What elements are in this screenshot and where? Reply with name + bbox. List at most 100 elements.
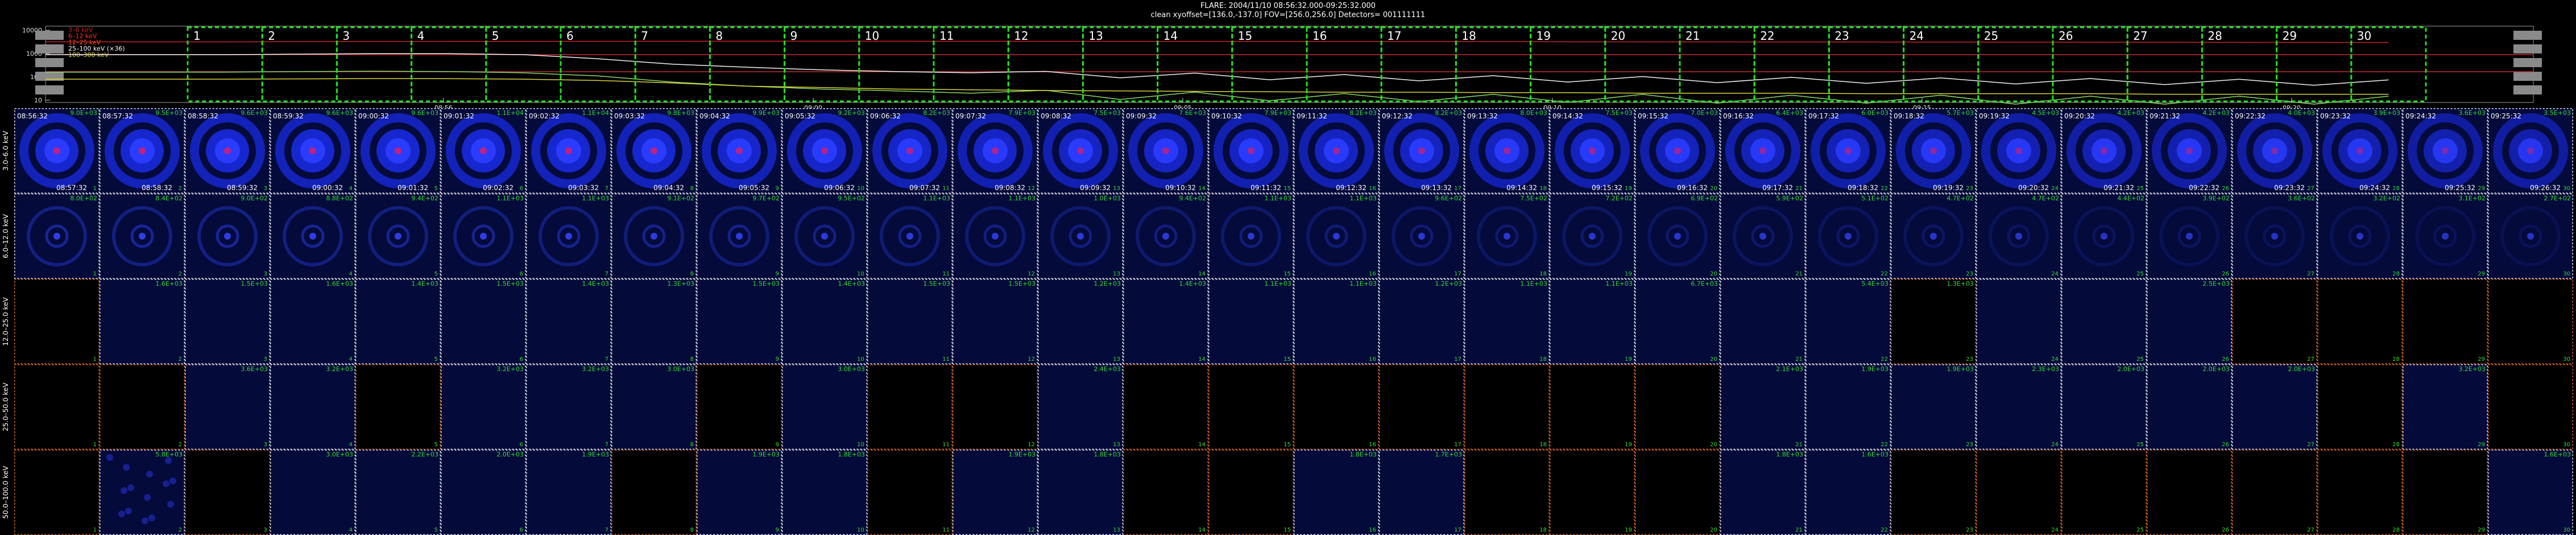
image-cell[interactable]: 1.1E+03 7 (526, 194, 611, 279)
image-cell[interactable]: 11 (867, 364, 952, 450)
image-cell[interactable]: 2.5E+03 26 (2147, 279, 2232, 364)
image-cell[interactable]: 25 (2061, 279, 2147, 364)
image-cell[interactable]: 1.8E+03 21 (1720, 450, 1805, 535)
image-cell[interactable]: 1 (14, 364, 100, 450)
image-cell[interactable]: 5 (355, 364, 441, 450)
image-cell[interactable]: 20 (1635, 364, 1720, 450)
image-cell[interactable]: 8.4E+02 2 (100, 194, 185, 279)
image-cell[interactable]: 1.6E+03 22 (1805, 450, 1891, 535)
image-cell[interactable]: 20 (1635, 450, 1720, 535)
image-cell[interactable]: 4.7E+02 23 (1891, 194, 1976, 279)
image-cell[interactable]: 7.2E+02 19 (1550, 194, 1635, 279)
image-cell[interactable]: 7.9E+03 09:07:32 09:08:32 12 (952, 108, 1038, 194)
image-cell[interactable]: 9.6E+03 09:00:32 09:01:32 5 (355, 108, 441, 194)
image-cell[interactable]: 1.4E+03 10 (782, 279, 867, 364)
image-cell[interactable]: 1.0E+03 13 (1038, 194, 1123, 279)
image-cell[interactable]: 1.3E+03 23 (1891, 279, 1976, 364)
image-cell[interactable]: 27 (2232, 279, 2317, 364)
image-cell[interactable]: 1.6E+03 4 (270, 279, 355, 364)
image-cell[interactable]: 9.0E+03 08:56:32 08:57:32 1 (14, 108, 100, 194)
image-cell[interactable]: 3.2E+02 28 (2317, 194, 2403, 279)
image-cell[interactable]: 15 (1208, 450, 1294, 535)
image-cell[interactable]: 9.6E+03 08:58:32 08:59:32 3 (185, 108, 270, 194)
image-cell[interactable]: 3.6E+03 3 (185, 364, 270, 450)
image-cell[interactable]: 2.0E+03 26 (2147, 364, 2232, 450)
image-cell[interactable]: 5.1E+02 22 (1805, 194, 1891, 279)
image-cell[interactable]: 1.8E+03 13 (1038, 450, 1123, 535)
image-cell[interactable]: 14 (1123, 450, 1208, 535)
image-cell[interactable]: 2.2E+03 5 (355, 450, 441, 535)
image-cell[interactable]: 9.4E+02 5 (355, 194, 441, 279)
image-cell[interactable]: 28 (2317, 279, 2403, 364)
image-cell[interactable]: 4.2E+03 09:20:32 09:21:32 25 (2061, 108, 2147, 194)
image-cell[interactable]: 6.4E+03 09:16:32 09:17:32 21 (1720, 108, 1805, 194)
image-cell[interactable]: 4.7E+02 24 (1976, 194, 2061, 279)
image-cell[interactable]: 2.0E+03 6 (441, 450, 526, 535)
image-cell[interactable]: 1.3E+03 8 (611, 279, 697, 364)
image-cell[interactable]: 26 (2147, 450, 2232, 535)
image-cell[interactable]: 2 (100, 364, 185, 450)
image-cell[interactable]: 3.2E+03 7 (526, 364, 611, 450)
image-cell[interactable]: 24 (1976, 450, 2061, 535)
image-cell[interactable]: 1.2E+03 13 (1038, 279, 1123, 364)
image-cell[interactable]: 1.5E+03 6 (441, 279, 526, 364)
image-cell[interactable]: 24 (1976, 279, 2061, 364)
image-cell[interactable]: 21 (1720, 279, 1805, 364)
image-cell[interactable]: 7.9E+03 09:10:32 09:11:32 15 (1208, 108, 1294, 194)
image-cell[interactable]: 3 (185, 450, 270, 535)
image-cell[interactable]: 1 (14, 279, 100, 364)
image-cell[interactable]: 30 (2488, 364, 2573, 450)
image-cell[interactable]: 18 (1464, 450, 1550, 535)
image-cell[interactable]: 1.2E+03 17 (1379, 279, 1464, 364)
image-cell[interactable]: 4.2E+03 09:21:32 09:22:32 26 (2147, 108, 2232, 194)
image-cell[interactable]: 3.2E+03 6 (441, 364, 526, 450)
image-cell[interactable]: 1.5E+03 3 (185, 279, 270, 364)
image-cell[interactable]: 3.6E+02 27 (2232, 194, 2317, 279)
image-cell[interactable]: 9.6E+03 08:59:32 09:00:32 4 (270, 108, 355, 194)
image-cell[interactable]: 1.9E+03 12 (952, 450, 1038, 535)
image-cell[interactable]: 19 (1550, 450, 1635, 535)
image-cell[interactable]: 1.4E+03 5 (355, 279, 441, 364)
image-cell[interactable]: 3.1E+02 29 (2403, 194, 2488, 279)
image-cell[interactable]: 3.0E+03 8 (611, 364, 697, 450)
image-cell[interactable]: 8 (611, 450, 697, 535)
image-cell[interactable]: 27 (2232, 450, 2317, 535)
image-cell[interactable]: 2.7E+02 30 (2488, 194, 2573, 279)
image-cell[interactable]: 2.0E+03 27 (2232, 364, 2317, 450)
image-cell[interactable]: 18 (1464, 364, 1550, 450)
image-cell[interactable]: 9.7E+02 9 (697, 194, 782, 279)
image-cell[interactable]: 1.1E+03 15 (1208, 279, 1294, 364)
image-cell[interactable]: 3.2E+03 4 (270, 364, 355, 450)
image-cell[interactable]: 3.2E+03 29 (2403, 364, 2488, 450)
image-cell[interactable]: 1.8E+03 10 (782, 450, 867, 535)
image-cell[interactable]: 6.0E+03 09:17:32 09:18:32 22 (1805, 108, 1891, 194)
image-cell[interactable]: 2.1E+03 21 (1720, 364, 1805, 450)
image-cell[interactable]: 6.9E+02 20 (1635, 194, 1720, 279)
image-cell[interactable]: 9.0E+02 3 (185, 194, 270, 279)
image-cell[interactable]: 9.2E+03 09:05:32 09:06:32 10 (782, 108, 867, 194)
image-cell[interactable]: 23 (1891, 450, 1976, 535)
image-cell[interactable]: 8.2E+03 09:11:32 09:12:32 16 (1294, 108, 1379, 194)
image-cell[interactable]: 1.9E+03 7 (526, 450, 611, 535)
image-cell[interactable]: 1.1E+03 16 (1294, 279, 1379, 364)
image-cell[interactable]: 1.5E+03 11 (867, 279, 952, 364)
image-cell[interactable]: 4.0E+03 09:22:32 09:23:32 27 (2232, 108, 2317, 194)
image-cell[interactable]: 8.0E+02 1 (14, 194, 100, 279)
image-cell[interactable]: 7.0E+03 09:15:32 09:16:32 20 (1635, 108, 1720, 194)
image-cell[interactable]: 3.9E+03 09:23:32 09:24:32 28 (2317, 108, 2403, 194)
image-cell[interactable]: 29 (2403, 450, 2488, 535)
image-cell[interactable]: 28 (2317, 364, 2403, 450)
image-cell[interactable]: 25 (2061, 450, 2147, 535)
image-cell[interactable]: 5.9E+02 21 (1720, 194, 1805, 279)
image-cell[interactable]: 9.1E+02 8 (611, 194, 697, 279)
image-cell[interactable]: 1.1E+03 11 (867, 194, 952, 279)
image-cell[interactable]: 2.0E+03 25 (2061, 364, 2147, 450)
image-cell[interactable]: 1.6E+03 2 (100, 279, 185, 364)
image-cell[interactable]: 16 (1294, 364, 1379, 450)
image-cell[interactable]: 8.2E+03 09:06:32 09:07:32 11 (867, 108, 952, 194)
image-cell[interactable]: 7.5E+02 18 (1464, 194, 1550, 279)
image-cell[interactable]: 1.1E+03 15 (1208, 194, 1294, 279)
image-cell[interactable]: 1.1E+03 12 (952, 194, 1038, 279)
image-cell[interactable]: 1.9E+03 23 (1891, 364, 1976, 450)
image-cell[interactable]: 1.5E+03 9 (697, 279, 782, 364)
